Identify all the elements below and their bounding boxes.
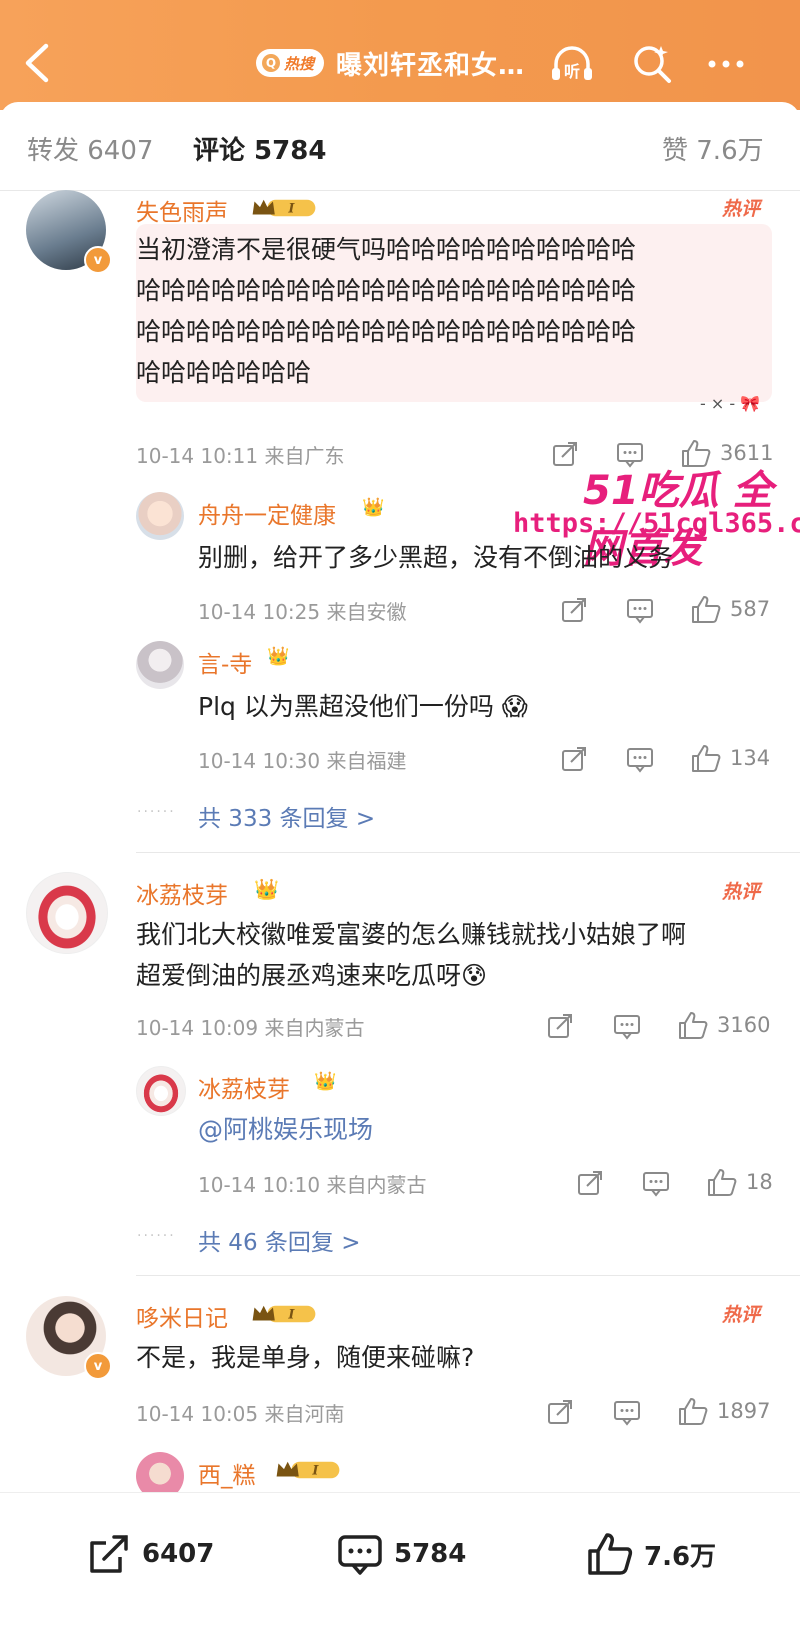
reply-meta: 10-14 10:30 来自福建 [198,749,407,773]
repost-icon [90,1535,128,1573]
bow-icon: 🎀 [740,394,761,413]
watermark-url: https://51cgl365.com [513,508,800,539]
thumb-up-icon [692,596,721,623]
reply-mention: @阿桃娱乐现场 [198,1109,373,1150]
comment-username[interactable]: 哆米日记 [136,1299,228,1333]
more-icon[interactable] [702,40,750,88]
comment-text: 不是，我是单身，随便来碰嘛? [136,1343,475,1372]
svg-text:I: I [287,202,295,217]
reply-username[interactable]: 西_糕 [198,1456,256,1490]
share-icon[interactable] [546,1012,574,1040]
search-icon[interactable] [628,40,676,88]
tab-likes[interactable]: 赞 7.6万 [662,130,764,167]
hot-search-title[interactable]: Q 热搜 曝刘轩丞和女… [256,45,525,81]
reply-username[interactable]: 冰荔枝芽 [198,1070,290,1104]
bow-decoration: - × - 🎀 [700,394,761,413]
crown-icon: 👑 [314,1071,337,1092]
share-icon[interactable] [546,1398,574,1426]
like-button[interactable]: 3160 [677,1010,770,1040]
vip-level-icon: I [252,1305,316,1323]
like-button[interactable]: 7.6万 [586,1531,716,1577]
share-icon[interactable] [560,745,588,773]
share-icon[interactable] [560,596,588,624]
share-icon[interactable] [551,440,579,468]
comment-icon[interactable] [626,596,654,624]
scream-emoji-icon: 😱 [501,692,528,721]
tab-repost[interactable]: 转发 6407 [27,130,153,167]
reply-username[interactable]: 言-寺 [198,645,252,679]
thumb-up-icon [679,1012,708,1039]
hot-comment-tag: 热评 [722,1304,761,1326]
comment-icon[interactable] [613,1398,641,1426]
thumb-up-icon [679,1398,708,1425]
divider [136,852,800,853]
dotted-separator: ······ [137,804,176,820]
like-button[interactable]: 18 [706,1167,773,1197]
svg-text:I: I [311,1464,319,1479]
reply-text: 别删，给开了多少黑超，没有不倒油的义务 [198,543,674,572]
crown-icon: 👑 [267,646,290,667]
crown-icon: 👑 [362,497,385,518]
divider [136,1275,800,1276]
hot-comment-tag: 热评 [722,198,761,220]
comment-icon[interactable] [642,1169,670,1197]
crown-icon: 👑 [254,877,279,901]
vip-level-icon: I [252,199,316,217]
tab-bar: 转发 6407 评论 5784 赞 7.6万 [0,102,800,184]
more-replies-link[interactable]: 共 333 条回复 > [198,799,375,833]
divider [0,190,800,191]
like-button[interactable]: 1897 [677,1396,770,1426]
dotted-separator: ······ [137,1228,176,1244]
vip-level-icon: I [276,1461,340,1479]
comment-meta: 10-14 10:09 来自内蒙古 [136,1016,365,1040]
comment-icon [338,1535,382,1575]
reply-text: Plq 以为黑超没他们一份吗 😱 [198,692,528,721]
listen-icon[interactable]: 听 [548,40,596,88]
more-replies-link[interactable]: 共 46 条回复 > [198,1223,360,1257]
hot-comment-tag: 热评 [722,881,761,903]
svg-text:听: 听 [564,62,580,81]
share-icon[interactable] [576,1169,604,1197]
comment-text: 我们北大校徽唯爱富婆的怎么赚钱就找小姑娘了啊 超爱倒油的展丞鸡速来吃瓜呀😰 [136,920,687,990]
comment-username[interactable]: 冰荔枝芽 [136,876,228,910]
tab-comments[interactable]: 评论 5784 [193,130,326,167]
comment-icon[interactable] [626,745,654,773]
verified-badge-icon: v [84,246,112,274]
comment-username[interactable]: 失色雨声 [136,193,228,227]
sweat-emoji-icon: 😰 [461,961,488,990]
verified-badge-icon: v [84,1352,112,1380]
avatar[interactable] [136,492,184,540]
page-title: 曝刘轩丞和女… [336,50,526,81]
svg-text:I: I [287,1308,295,1323]
reply-meta: 10-14 10:10 来自内蒙古 [198,1173,427,1197]
avatar[interactable] [26,872,108,954]
comment-meta: 10-14 10:11 来自广东 [136,444,345,468]
bottom-action-bar: 6407 5784 7.6万 [0,1492,800,1625]
back-icon[interactable] [18,38,58,88]
hot-search-badge: Q 热搜 [256,49,325,77]
comment-icon[interactable] [613,1012,641,1040]
thumb-up-icon [588,1533,633,1575]
mention-link[interactable]: @阿桃娱乐现场 [198,1115,373,1144]
comment-text: 当初澄清不是很硬气吗哈哈哈哈哈哈哈哈哈哈 哈哈哈哈哈哈哈哈哈哈哈哈哈哈哈哈哈哈哈… [136,235,637,387]
reply-username[interactable]: 舟舟一定健康 [198,496,336,530]
comment-button[interactable]: 5784 [336,1531,466,1577]
comment-meta: 10-14 10:05 来自河南 [136,1402,345,1426]
avatar[interactable] [136,641,184,689]
avatar[interactable] [136,1066,186,1116]
reply-meta: 10-14 10:25 来自安徽 [198,600,407,624]
search-icon: Q [262,54,280,72]
top-bar: Q 热搜 曝刘轩丞和女… 听 [0,0,800,110]
like-button[interactable]: 134 [690,743,770,773]
thumb-up-icon [692,745,721,772]
thumb-up-icon [708,1169,737,1196]
repost-button[interactable]: 6407 [86,1531,214,1577]
like-button[interactable]: 587 [690,594,770,624]
